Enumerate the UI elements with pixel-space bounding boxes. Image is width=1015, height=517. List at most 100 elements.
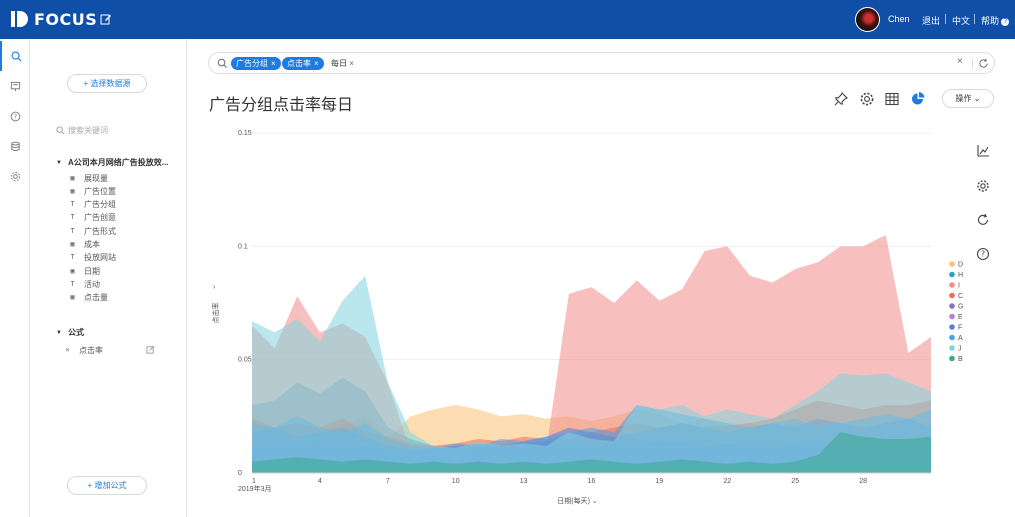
search-token[interactable]: 每日 ×	[331, 57, 354, 70]
x-axis-title[interactable]: 日期(每天) ⌄	[557, 496, 597, 505]
y-axis-title[interactable]: 点击率	[211, 303, 220, 324]
legend-swatch-B[interactable]	[949, 355, 955, 362]
field-item[interactable]: T 广告分组	[68, 199, 116, 211]
field-item[interactable]: T 活动	[68, 278, 100, 290]
measure-icon: ▦	[70, 293, 75, 302]
remove-token-icon[interactable]: ×	[349, 59, 354, 68]
edit-icon[interactable]	[146, 345, 155, 354]
legend-swatch-J[interactable]	[949, 345, 955, 351]
x-tick-label: 25	[791, 478, 799, 485]
legend-swatch-C[interactable]	[949, 292, 955, 299]
formula-group[interactable]: ▼ 公式	[56, 327, 84, 338]
field-item[interactable]: ▦ 广告位置	[68, 185, 116, 197]
refresh-icon[interactable]	[978, 58, 989, 69]
legend-label[interactable]: J	[958, 346, 962, 353]
legend-label[interactable]: B	[958, 356, 963, 363]
legend-swatch-E[interactable]	[949, 313, 955, 320]
legend-label[interactable]: E	[958, 314, 963, 321]
pie-chart-icon[interactable]	[910, 91, 926, 107]
question-icon: ?	[10, 111, 20, 121]
top-bar: FOCUS Chen 退出 中文 帮助?	[0, 0, 1015, 39]
attribute-icon: T	[70, 226, 75, 235]
operation-button[interactable]: 操作 ⌄	[942, 89, 994, 108]
search-chip[interactable]: 点击率 ×	[282, 57, 324, 70]
chart-help-tool[interactable]: ?	[972, 243, 994, 265]
nav-question[interactable]: ?	[0, 101, 30, 131]
legend-swatch-G[interactable]	[949, 303, 955, 309]
legend-swatch-D[interactable]	[949, 261, 955, 267]
remove-chip-icon[interactable]: ×	[271, 59, 276, 68]
svg-text:?: ?	[981, 250, 985, 259]
divider	[972, 58, 973, 69]
remove-chip-icon[interactable]: ×	[314, 59, 319, 68]
search-chip[interactable]: 广告分组 ×	[231, 57, 281, 70]
divider	[974, 14, 975, 24]
table-group[interactable]: ▼ A公司本月网络广告投放效...	[56, 157, 168, 168]
logo-text: FOCUS	[34, 9, 98, 29]
legend-swatch-A[interactable]	[949, 334, 955, 341]
chart-settings-tool[interactable]	[972, 175, 994, 197]
legend-label[interactable]: I	[958, 283, 960, 290]
legend-label[interactable]: D	[958, 262, 963, 269]
legend-swatch-I[interactable]	[949, 282, 955, 288]
page-title: 广告分组点击率每日	[209, 97, 354, 114]
main-area: 广告分组 × 点击率 × 每日 × × 广告分组点击率每日 操作 ⌄ ? 0 0.05…	[188, 39, 1015, 517]
collapse-triangle-icon: ▼	[56, 329, 62, 336]
y-axis-chevron-icon[interactable]: ›	[213, 284, 216, 291]
search-token-label: 每日	[331, 59, 347, 68]
nav-settings[interactable]	[0, 161, 30, 191]
attribute-icon: T	[70, 253, 75, 262]
keyword-search-placeholder: 搜索关键词	[68, 126, 108, 135]
clear-search-icon[interactable]: ×	[957, 56, 963, 67]
legend-label[interactable]: G	[958, 304, 963, 311]
legend-label[interactable]: F	[958, 325, 962, 332]
data-source-panel: + 选择数据源 搜索关键词 ▼ A公司本月网络广告投放效... ▦ 展现量 ▦ 广告位…	[30, 39, 187, 517]
formula-group-title: 公式	[67, 328, 84, 337]
search-icon	[56, 126, 65, 135]
edit-icon[interactable]	[100, 13, 112, 25]
attribute-icon: T	[70, 213, 75, 222]
settings-icon[interactable]	[859, 91, 875, 107]
legend-label[interactable]: C	[958, 293, 963, 300]
table-icon[interactable]	[884, 91, 900, 107]
x-tick-sublabel: 2019年3月	[238, 484, 271, 493]
field-item[interactable]: T 广告形式	[68, 225, 116, 237]
field-item[interactable]: T 投放网站	[68, 252, 116, 264]
field-label: 成本	[84, 240, 100, 249]
chart-refresh-tool[interactable]	[972, 209, 994, 231]
logo[interactable]: FOCUS	[10, 9, 97, 29]
x-tick-label: 7	[386, 478, 390, 485]
field-item[interactable]: ▦ 成本	[68, 239, 100, 251]
avatar[interactable]	[855, 7, 880, 32]
field-item[interactable]: ▦ 展现量	[68, 172, 108, 184]
nav-data[interactable]	[0, 131, 30, 161]
select-source-button[interactable]: + 选择数据源	[67, 74, 147, 93]
area-chart[interactable]: 0 0.05 0.1 0.15 1 4 7 10 13 16 19 22 25 28 2019年3月日期(每…	[188, 119, 968, 514]
x-tick-label: 16	[588, 478, 596, 485]
field-item[interactable]: ▣ 日期	[68, 265, 100, 277]
search-chip-label: 点击率	[287, 59, 311, 68]
search-bar[interactable]: 广告分组 × 点击率 × 每日 × ×	[208, 52, 995, 74]
pin-icon[interactable]	[833, 91, 849, 107]
formula-item[interactable]: × 点击率	[63, 344, 103, 356]
language-link[interactable]: 中文	[952, 14, 970, 27]
formula-x-icon: ×	[65, 345, 70, 354]
help-link[interactable]: 帮助?	[981, 14, 1010, 27]
table-name: A公司本月网络广告投放效...	[67, 158, 169, 167]
nav-search[interactable]	[0, 41, 30, 71]
legend-label[interactable]: A	[958, 335, 963, 342]
field-item[interactable]: T 广告创意	[68, 212, 116, 224]
logout-link[interactable]: 退出	[922, 14, 940, 27]
legend-swatch-H[interactable]	[949, 271, 955, 278]
collapse-triangle-icon: ▼	[56, 159, 62, 166]
divider	[945, 14, 946, 24]
keyword-search[interactable]: 搜索关键词	[56, 125, 108, 136]
user-name[interactable]: Chen	[888, 14, 910, 24]
chart-axis-tool[interactable]	[972, 140, 994, 162]
add-formula-button[interactable]: + 增加公式	[67, 476, 147, 495]
legend-label[interactable]: H	[958, 272, 963, 279]
field-label: 广告形式	[84, 226, 116, 236]
nav-pinboard[interactable]	[0, 71, 30, 101]
field-item[interactable]: ▦ 点击量	[68, 292, 108, 304]
legend-swatch-F[interactable]	[949, 324, 955, 330]
